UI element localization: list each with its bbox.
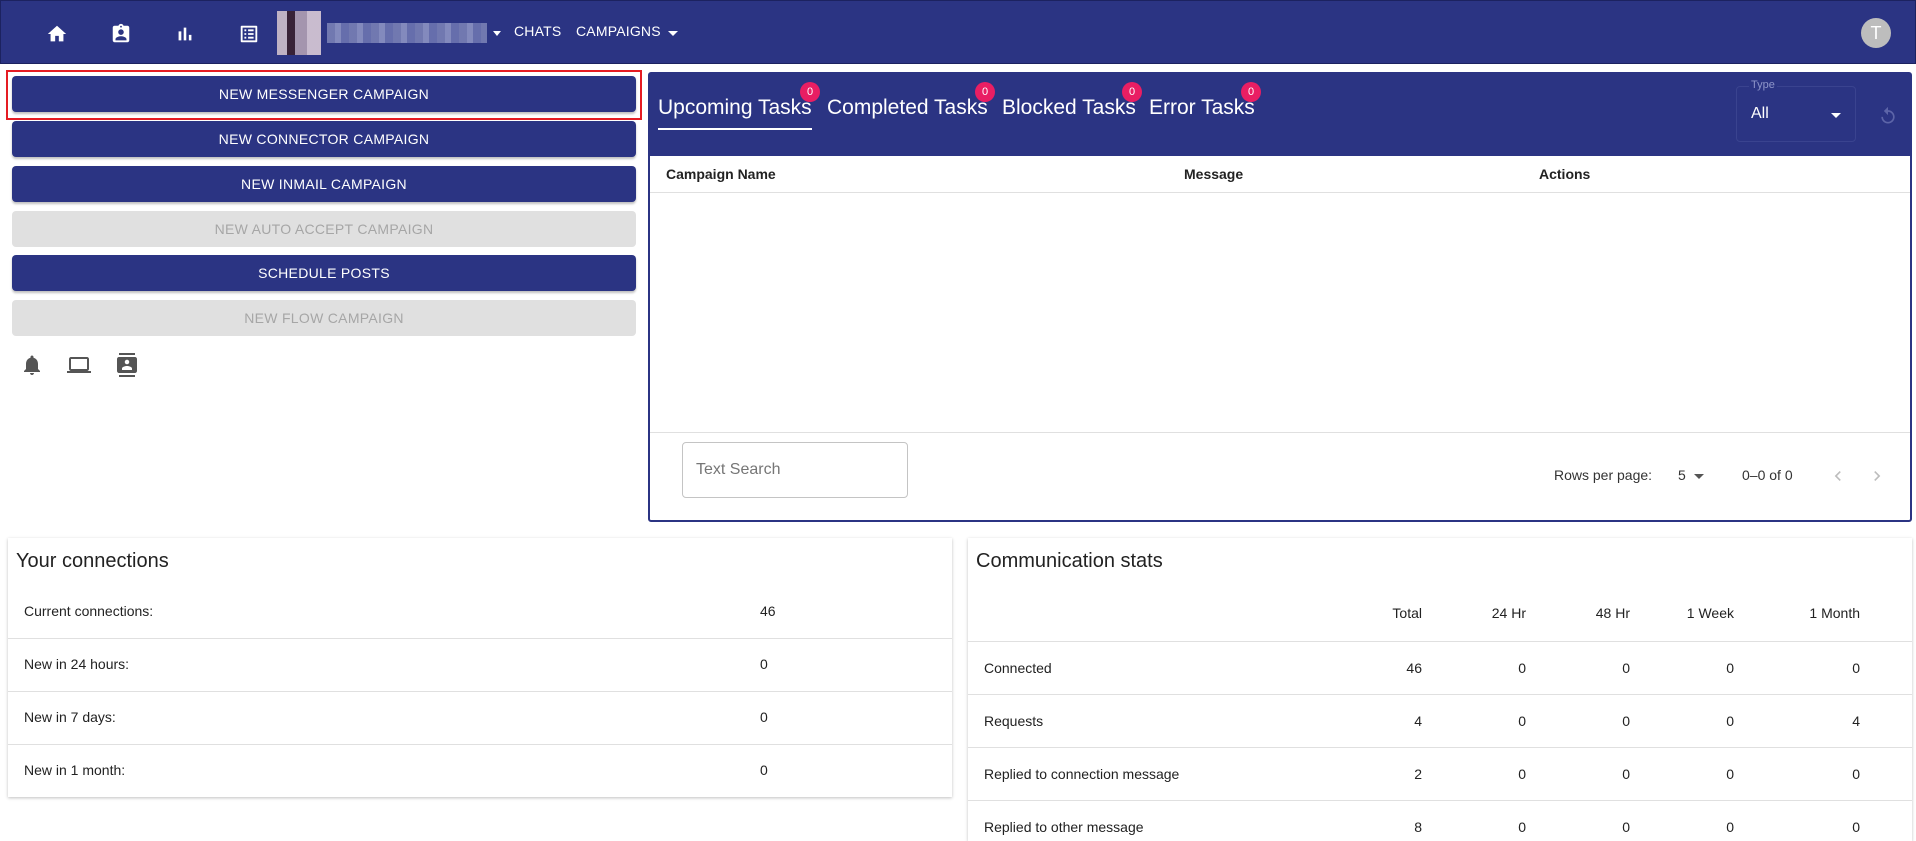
row-divider [968, 747, 1912, 748]
chevron-down-icon[interactable] [1694, 474, 1704, 479]
stats-row-label: Replied to connection message [984, 766, 1180, 782]
stats-cell: 8 [1414, 819, 1422, 835]
new-flow-campaign-button: NEW FLOW CAMPAIGN [12, 300, 636, 336]
stats-cell: 0 [1852, 766, 1860, 782]
laptop-icon[interactable] [67, 353, 91, 377]
upcoming-count-badge: 0 [800, 82, 820, 102]
stats-cell: 0 [1622, 819, 1630, 835]
bar-chart-icon[interactable] [172, 21, 198, 47]
chevron-down-icon[interactable] [668, 31, 678, 36]
stats-row-label: Connected [984, 660, 1052, 676]
chevron-down-icon [493, 30, 501, 36]
text-search-input[interactable] [682, 442, 908, 498]
stats-cell: 0 [1518, 766, 1526, 782]
stats-cell: 0 [1726, 766, 1734, 782]
row-divider [8, 744, 952, 745]
rows-per-page-label: Rows per page: [1554, 467, 1653, 483]
stats-cell: 0 [1852, 819, 1860, 835]
account-avatar [277, 11, 321, 55]
nav-chats[interactable]: CHATS [514, 23, 561, 39]
column-message: Message [1184, 166, 1244, 182]
column-total: Total [1392, 605, 1422, 621]
new-1m-value: 0 [760, 762, 768, 778]
column-actions: Actions [1539, 166, 1591, 182]
schedule-posts-button[interactable]: SCHEDULE POSTS [12, 255, 636, 291]
blocked-count-badge: 0 [1122, 82, 1142, 102]
row-divider [8, 638, 952, 639]
new-1m-label: New in 1 month: [24, 762, 126, 778]
new-inmail-campaign-button[interactable]: NEW INMAIL CAMPAIGN [12, 166, 636, 202]
column-1month: 1 Month [1809, 605, 1860, 621]
column-48hr: 48 Hr [1595, 605, 1630, 621]
user-avatar[interactable]: T [1861, 18, 1891, 48]
stats-cell: 0 [1622, 660, 1630, 676]
stats-cell: 0 [1518, 713, 1526, 729]
stats-cell: 4 [1852, 713, 1860, 729]
current-connections-value: 46 [760, 603, 776, 619]
stats-row-label: Replied to other message [984, 819, 1144, 835]
new-7d-label: New in 7 days: [24, 709, 116, 725]
stats-cell: 0 [1518, 819, 1526, 835]
stats-cell: 0 [1726, 819, 1734, 835]
stats-cell: 0 [1726, 713, 1734, 729]
next-page-icon[interactable] [1867, 466, 1887, 486]
new-24h-value: 0 [760, 656, 768, 672]
table-footer-divider [650, 432, 1910, 433]
type-filter-label: Type [1749, 79, 1777, 91]
row-divider [968, 641, 1912, 642]
new-messenger-campaign-button[interactable]: NEW MESSENGER CAMPAIGN [12, 76, 636, 112]
stats-cell: 0 [1726, 660, 1734, 676]
tab-upcoming-tasks[interactable]: Upcoming Tasks [658, 96, 812, 130]
connections-title: Your connections [16, 550, 169, 572]
communication-stats-card: Communication stats Total 24 Hr 48 Hr 1 … [968, 538, 1912, 841]
type-filter-select[interactable]: Type All [1736, 79, 1856, 142]
connections-card: Your connections Current connections: 46… [8, 538, 952, 797]
completed-count-badge: 0 [975, 82, 995, 102]
pagination-range: 0–0 of 0 [1742, 467, 1793, 483]
communication-stats-title: Communication stats [976, 550, 1163, 572]
account-name-blurred [327, 23, 487, 43]
column-campaign-name: Campaign Name [666, 166, 776, 182]
nav-campaigns[interactable]: CAMPAIGNS [576, 23, 661, 39]
chevron-down-icon [1831, 113, 1841, 118]
top-navbar: CHATS CAMPAIGNS T [0, 0, 1916, 64]
column-1week: 1 Week [1686, 605, 1734, 621]
stats-cell: 46 [1406, 660, 1422, 676]
stats-row-label: Requests [984, 713, 1044, 729]
stats-cell: 0 [1622, 766, 1630, 782]
new-auto-accept-campaign-button: NEW AUTO ACCEPT CAMPAIGN [12, 211, 636, 247]
new-connector-campaign-button[interactable]: NEW CONNECTOR CAMPAIGN [12, 121, 636, 157]
account-selector[interactable] [277, 11, 501, 55]
list-icon[interactable] [236, 21, 262, 47]
bell-icon[interactable] [20, 353, 44, 377]
stats-cell: 4 [1414, 713, 1422, 729]
row-divider [968, 694, 1912, 695]
type-filter-value: All [1751, 105, 1769, 122]
tasks-panel: Upcoming Tasks 0 Completed Tasks 0 Block… [648, 72, 1912, 522]
tab-blocked-tasks[interactable]: Blocked Tasks [1002, 96, 1136, 120]
previous-page-icon[interactable] [1828, 466, 1848, 486]
rows-per-page-select[interactable]: 5 [1678, 467, 1686, 483]
tasks-tabs-bar: Upcoming Tasks 0 Completed Tasks 0 Block… [650, 74, 1910, 156]
stats-cell: 0 [1622, 713, 1630, 729]
home-icon[interactable] [44, 21, 70, 47]
new-24h-label: New in 24 hours: [24, 656, 130, 672]
refresh-icon[interactable] [1878, 106, 1898, 126]
tab-error-tasks[interactable]: Error Tasks [1149, 96, 1255, 120]
contact-card-icon[interactable] [115, 353, 139, 377]
row-divider [968, 800, 1912, 801]
current-connections-label: Current connections: [24, 603, 154, 619]
stats-cell: 0 [1518, 660, 1526, 676]
error-count-badge: 0 [1241, 82, 1261, 102]
new-7d-value: 0 [760, 709, 768, 725]
table-header-divider [650, 192, 1910, 193]
tab-completed-tasks[interactable]: Completed Tasks [827, 96, 988, 120]
stats-cell: 0 [1852, 660, 1860, 676]
row-divider [8, 691, 952, 692]
column-24hr: 24 Hr [1491, 605, 1526, 621]
stats-cell: 2 [1414, 766, 1422, 782]
contact-badge-icon[interactable] [108, 21, 134, 47]
